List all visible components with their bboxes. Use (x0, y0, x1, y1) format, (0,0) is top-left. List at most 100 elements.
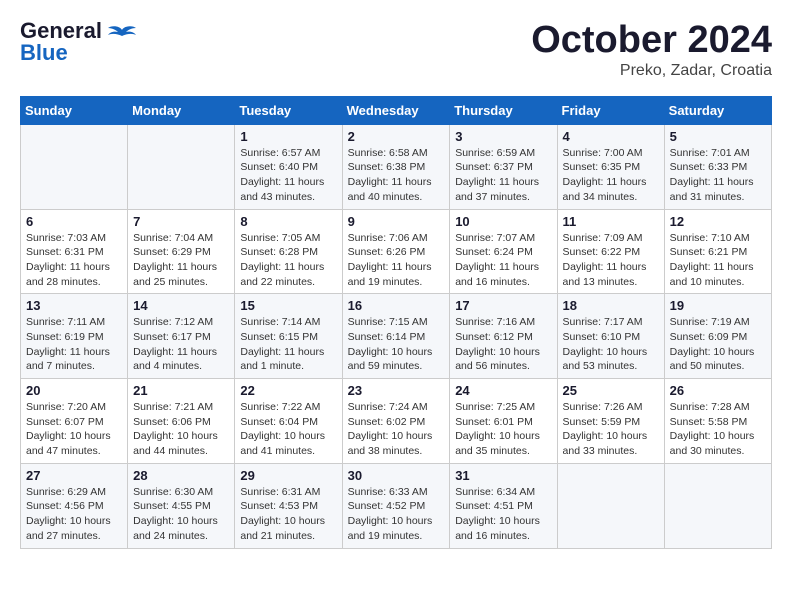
calendar-week-row: 20Sunrise: 7:20 AM Sunset: 6:07 PM Dayli… (21, 379, 772, 464)
calendar-body: 1 Sunrise: 6:57 AM Sunset: 6:40 PM Daylig… (21, 124, 772, 548)
calendar-cell: 12 Sunrise: 7:10 AM Sunset: 6:21 PM Dayli… (664, 209, 771, 294)
day-info: Sunrise: 6:33 AM Sunset: 4:52 PM Dayligh… (348, 485, 445, 544)
calendar-cell: 3 Sunrise: 6:59 AM Sunset: 6:37 PM Daylig… (450, 124, 557, 209)
day-info: Sunrise: 7:03 AM Sunset: 6:31 PM Dayligh… (26, 231, 122, 290)
weekday-header-row: SundayMondayTuesdayWednesdayThursdayFrid… (21, 96, 772, 124)
day-number: 6 (26, 214, 122, 229)
day-info: Sunrise: 6:31 AM Sunset: 4:53 PM Dayligh… (240, 485, 336, 544)
day-info: Sunrise: 6:59 AM Sunset: 6:37 PM Dayligh… (455, 146, 551, 205)
day-info: Sunrise: 7:15 AM Sunset: 6:14 PM Dayligh… (348, 315, 445, 374)
day-info: Sunrise: 7:04 AM Sunset: 6:29 PM Dayligh… (133, 231, 229, 290)
day-number: 21 (133, 383, 229, 398)
day-info: Sunrise: 6:29 AM Sunset: 4:56 PM Dayligh… (26, 485, 122, 544)
day-info: Sunrise: 6:30 AM Sunset: 4:55 PM Dayligh… (133, 485, 229, 544)
day-info: Sunrise: 7:05 AM Sunset: 6:28 PM Dayligh… (240, 231, 336, 290)
day-number: 19 (670, 298, 766, 313)
logo-blue: Blue (20, 42, 102, 64)
logo-general: General (20, 20, 102, 42)
day-number: 10 (455, 214, 551, 229)
calendar-cell: 22Sunrise: 7:22 AM Sunset: 6:04 PM Dayli… (235, 379, 342, 464)
day-info: Sunrise: 7:22 AM Sunset: 6:04 PM Dayligh… (240, 400, 336, 459)
calendar-cell: 5Sunrise: 7:01 AM Sunset: 6:33 PM Daylig… (664, 124, 771, 209)
calendar-cell: 11Sunrise: 7:09 AM Sunset: 6:22 PM Dayli… (557, 209, 664, 294)
calendar-cell: 21 Sunrise: 7:21 AM Sunset: 6:06 PM Dayli… (128, 379, 235, 464)
day-info: Sunrise: 7:17 AM Sunset: 6:10 PM Dayligh… (563, 315, 659, 374)
logo-bird-icon (106, 22, 138, 54)
day-number: 27 (26, 468, 122, 483)
day-info: Sunrise: 7:19 AM Sunset: 6:09 PM Dayligh… (670, 315, 766, 374)
calendar-cell: 29Sunrise: 6:31 AM Sunset: 4:53 PM Dayli… (235, 463, 342, 548)
day-number: 1 (240, 129, 336, 144)
calendar-cell: 15Sunrise: 7:14 AM Sunset: 6:15 PM Dayli… (235, 294, 342, 379)
day-number: 20 (26, 383, 122, 398)
calendar-table: SundayMondayTuesdayWednesdayThursdayFrid… (20, 96, 772, 549)
calendar-week-row: 27 Sunrise: 6:29 AM Sunset: 4:56 PM Dayli… (21, 463, 772, 548)
calendar-cell: 4 Sunrise: 7:00 AM Sunset: 6:35 PM Daylig… (557, 124, 664, 209)
day-number: 13 (26, 298, 122, 313)
day-number: 16 (348, 298, 445, 313)
day-number: 31 (455, 468, 551, 483)
day-info: Sunrise: 7:24 AM Sunset: 6:02 PM Dayligh… (348, 400, 445, 459)
calendar-cell: 14 Sunrise: 7:12 AM Sunset: 6:17 PM Dayli… (128, 294, 235, 379)
calendar-cell: 23Sunrise: 7:24 AM Sunset: 6:02 PM Dayli… (342, 379, 450, 464)
calendar-cell: 1 Sunrise: 6:57 AM Sunset: 6:40 PM Daylig… (235, 124, 342, 209)
calendar-cell (664, 463, 771, 548)
weekday-header-wednesday: Wednesday (342, 96, 450, 124)
day-info: Sunrise: 7:06 AM Sunset: 6:26 PM Dayligh… (348, 231, 445, 290)
day-number: 7 (133, 214, 229, 229)
calendar-cell: 6 Sunrise: 7:03 AM Sunset: 6:31 PM Daylig… (21, 209, 128, 294)
day-info: Sunrise: 7:26 AM Sunset: 5:59 PM Dayligh… (563, 400, 659, 459)
location-subtitle: Preko, Zadar, Croatia (531, 62, 772, 80)
weekday-header-friday: Friday (557, 96, 664, 124)
day-number: 2 (348, 129, 445, 144)
calendar-cell: 30 Sunrise: 6:33 AM Sunset: 4:52 PM Dayli… (342, 463, 450, 548)
day-number: 18 (563, 298, 659, 313)
day-info: Sunrise: 6:57 AM Sunset: 6:40 PM Dayligh… (240, 146, 336, 205)
calendar-week-row: 1 Sunrise: 6:57 AM Sunset: 6:40 PM Daylig… (21, 124, 772, 209)
day-info: Sunrise: 7:25 AM Sunset: 6:01 PM Dayligh… (455, 400, 551, 459)
day-info: Sunrise: 7:21 AM Sunset: 6:06 PM Dayligh… (133, 400, 229, 459)
day-number: 15 (240, 298, 336, 313)
day-info: Sunrise: 7:00 AM Sunset: 6:35 PM Dayligh… (563, 146, 659, 205)
day-info: Sunrise: 7:28 AM Sunset: 5:58 PM Dayligh… (670, 400, 766, 459)
day-number: 26 (670, 383, 766, 398)
calendar-cell: 8Sunrise: 7:05 AM Sunset: 6:28 PM Daylig… (235, 209, 342, 294)
calendar-cell (128, 124, 235, 209)
weekday-header-saturday: Saturday (664, 96, 771, 124)
logo: General Blue (20, 20, 138, 64)
calendar-cell: 24 Sunrise: 7:25 AM Sunset: 6:01 PM Dayli… (450, 379, 557, 464)
day-number: 28 (133, 468, 229, 483)
calendar-cell: 17Sunrise: 7:16 AM Sunset: 6:12 PM Dayli… (450, 294, 557, 379)
calendar-cell: 13Sunrise: 7:11 AM Sunset: 6:19 PM Dayli… (21, 294, 128, 379)
weekday-header-tuesday: Tuesday (235, 96, 342, 124)
day-number: 30 (348, 468, 445, 483)
day-number: 11 (563, 214, 659, 229)
day-info: Sunrise: 7:10 AM Sunset: 6:21 PM Dayligh… (670, 231, 766, 290)
weekday-header-monday: Monday (128, 96, 235, 124)
weekday-header-sunday: Sunday (21, 96, 128, 124)
calendar-cell: 2Sunrise: 6:58 AM Sunset: 6:38 PM Daylig… (342, 124, 450, 209)
calendar-cell: 18 Sunrise: 7:17 AM Sunset: 6:10 PM Dayli… (557, 294, 664, 379)
calendar-cell: 20Sunrise: 7:20 AM Sunset: 6:07 PM Dayli… (21, 379, 128, 464)
day-number: 3 (455, 129, 551, 144)
calendar-header: SundayMondayTuesdayWednesdayThursdayFrid… (21, 96, 772, 124)
day-info: Sunrise: 7:01 AM Sunset: 6:33 PM Dayligh… (670, 146, 766, 205)
month-title: October 2024 (531, 20, 772, 62)
day-info: Sunrise: 7:12 AM Sunset: 6:17 PM Dayligh… (133, 315, 229, 374)
calendar-cell (557, 463, 664, 548)
calendar-cell: 27 Sunrise: 6:29 AM Sunset: 4:56 PM Dayli… (21, 463, 128, 548)
day-info: Sunrise: 7:07 AM Sunset: 6:24 PM Dayligh… (455, 231, 551, 290)
day-number: 12 (670, 214, 766, 229)
weekday-header-thursday: Thursday (450, 96, 557, 124)
day-info: Sunrise: 7:16 AM Sunset: 6:12 PM Dayligh… (455, 315, 551, 374)
calendar-cell: 7 Sunrise: 7:04 AM Sunset: 6:29 PM Daylig… (128, 209, 235, 294)
day-number: 4 (563, 129, 659, 144)
page-header: General Blue October 2024 Preko, Zadar, … (20, 20, 772, 80)
calendar-cell: 31Sunrise: 6:34 AM Sunset: 4:51 PM Dayli… (450, 463, 557, 548)
day-number: 14 (133, 298, 229, 313)
calendar-cell: 16 Sunrise: 7:15 AM Sunset: 6:14 PM Dayli… (342, 294, 450, 379)
calendar-cell: 19 Sunrise: 7:19 AM Sunset: 6:09 PM Dayli… (664, 294, 771, 379)
day-number: 24 (455, 383, 551, 398)
calendar-week-row: 6 Sunrise: 7:03 AM Sunset: 6:31 PM Daylig… (21, 209, 772, 294)
calendar-cell (21, 124, 128, 209)
